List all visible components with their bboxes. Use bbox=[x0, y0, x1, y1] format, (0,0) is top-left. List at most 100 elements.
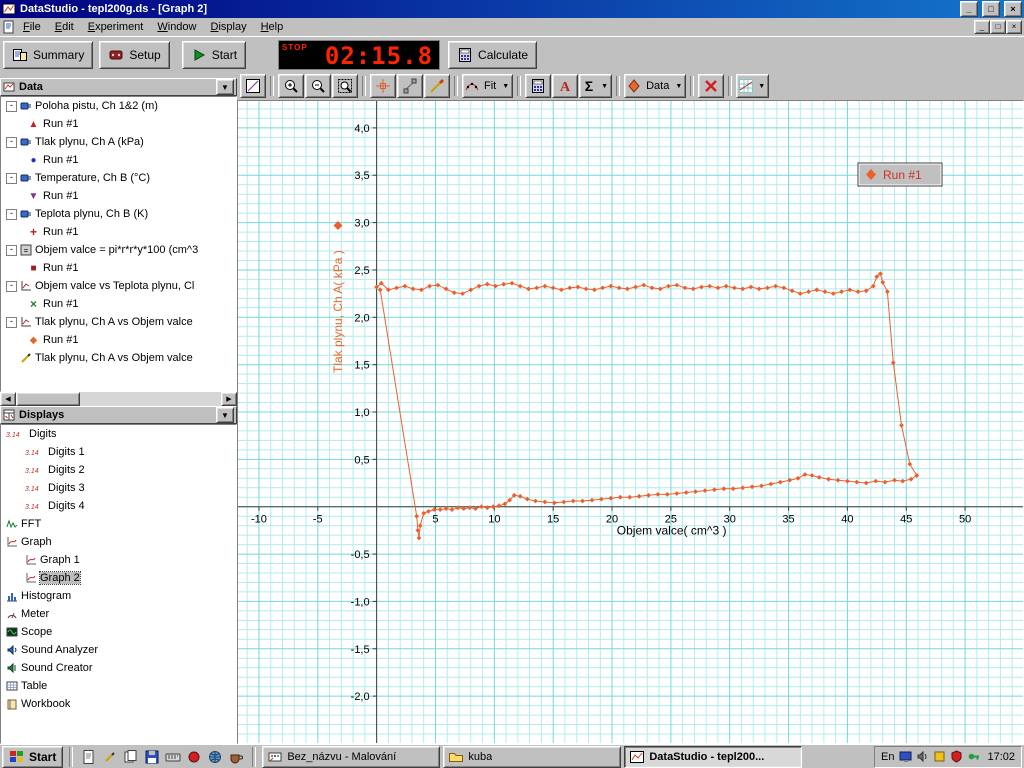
scrollbar-thumb[interactable] bbox=[16, 392, 80, 406]
quicklaunch-globe-icon[interactable] bbox=[205, 748, 225, 766]
display-item[interactable]: Meter bbox=[1, 605, 236, 623]
display-item[interactable]: Histogram bbox=[1, 587, 236, 605]
tray-monitor-icon[interactable] bbox=[898, 749, 913, 764]
quicklaunch-redball-icon[interactable] bbox=[184, 748, 204, 766]
zoom-in-button[interactable] bbox=[278, 74, 304, 98]
display-subitem[interactable]: 3.14 Digits 2 bbox=[1, 461, 236, 479]
data-panel-dropdown-button[interactable]: ▼ bbox=[216, 79, 234, 95]
data-run-item[interactable]: ▼ Run #1 bbox=[1, 187, 236, 205]
calculator-button[interactable] bbox=[525, 74, 552, 98]
data-run-item[interactable]: + Run #1 bbox=[1, 223, 236, 241]
data-run-item[interactable]: ▲ Run #1 bbox=[1, 115, 236, 133]
keyboard-layout-indicator[interactable]: En bbox=[881, 751, 894, 763]
svg-text:2,0: 2,0 bbox=[354, 312, 369, 324]
annotate-button[interactable] bbox=[424, 74, 450, 98]
graph-plot-area[interactable]: -10 -5 5 10 15 20 25 30 35 40 45 50 4,0 3,5 3,0 2,5 2,0 1… bbox=[237, 100, 1024, 744]
display-item[interactable]: Sound Analyzer bbox=[1, 641, 236, 659]
displays-panel-header[interactable]: Displays ▼ bbox=[0, 406, 237, 424]
quicklaunch-cup-icon[interactable] bbox=[226, 748, 246, 766]
data-run-item[interactable]: ■ Run #1 bbox=[1, 259, 236, 277]
fit-menu-button[interactable]: Fit ▼ bbox=[462, 74, 514, 98]
expand-toggle[interactable]: - bbox=[6, 172, 17, 184]
zoom-out-button[interactable] bbox=[305, 74, 331, 98]
taskbar-start-button[interactable]: Start bbox=[2, 745, 64, 768]
display-subitem[interactable]: Graph 1 bbox=[1, 551, 236, 569]
task-button-bez-n-zvu-malov-n-[interactable]: Bez_názvu - Malování bbox=[262, 745, 441, 768]
smart-tool-button[interactable] bbox=[370, 74, 396, 98]
menu-experiment[interactable]: Experiment bbox=[81, 19, 151, 35]
data-source-item[interactable]: - Poloha pistu, Ch 1&2 (m) bbox=[1, 97, 236, 115]
menu-help[interactable]: Help bbox=[254, 19, 291, 35]
expand-toggle[interactable]: - bbox=[6, 136, 17, 148]
tray-speaker-icon[interactable] bbox=[915, 749, 930, 764]
menu-edit[interactable]: Edit bbox=[48, 19, 81, 35]
display-item[interactable]: Sound Creator bbox=[1, 659, 236, 677]
data-source-item[interactable]: - Teplota plynu, Ch B (K) bbox=[1, 205, 236, 223]
expand-toggle[interactable]: - bbox=[6, 100, 17, 112]
expand-toggle[interactable]: - bbox=[6, 316, 17, 328]
calc-icon bbox=[530, 78, 546, 94]
data-run-item[interactable]: ● Run #1 bbox=[1, 151, 236, 169]
legend[interactable]: Run #1 bbox=[857, 162, 943, 187]
zoom-select-button[interactable] bbox=[332, 74, 358, 98]
menu-window[interactable]: Window bbox=[150, 19, 203, 35]
quicklaunch-pencil-icon[interactable] bbox=[100, 748, 120, 766]
mdi-restore-button[interactable]: □ bbox=[990, 20, 1006, 34]
data-run-item[interactable]: × Run #1 bbox=[1, 295, 236, 313]
mdi-minimize-button[interactable]: _ bbox=[974, 20, 990, 34]
statistics-button[interactable]: Σ ▼ bbox=[579, 74, 613, 98]
expand-toggle[interactable]: - bbox=[6, 208, 17, 220]
data-source-item[interactable]: - Tlak plynu, Ch A vs Objem valce bbox=[1, 313, 236, 331]
remove-button[interactable] bbox=[698, 74, 725, 98]
menu-display[interactable]: Display bbox=[204, 19, 254, 35]
tray-greenkey-icon[interactable] bbox=[966, 749, 981, 764]
data-source-item[interactable]: - Objem valce vs Teplota plynu, Cl bbox=[1, 277, 236, 295]
setup-button[interactable]: Setup bbox=[99, 40, 170, 69]
data-source-item[interactable]: Tlak plynu, Ch A vs Objem valce bbox=[1, 349, 236, 367]
data-panel-header[interactable]: Data ▼ bbox=[0, 78, 237, 96]
slope-tool-button[interactable] bbox=[397, 74, 423, 98]
sidebar: Data ▼ - Poloha pistu, Ch 1&2 (m) ▲ Run #1-… bbox=[0, 72, 237, 744]
quicklaunch-page-icon[interactable] bbox=[79, 748, 99, 766]
task-button-datastudio-tepl200-[interactable]: DataStudio - tepl200... bbox=[624, 745, 803, 768]
data-source-item[interactable]: - Temperature, Ch B (°C) bbox=[1, 169, 236, 187]
tray-redshield-icon[interactable] bbox=[949, 749, 964, 764]
scroll-left-button[interactable]: ◀ bbox=[0, 392, 16, 406]
start-button[interactable]: Start bbox=[181, 40, 247, 69]
mdi-close-button[interactable]: × bbox=[1006, 20, 1022, 34]
display-subitem[interactable]: 3.14 Digits 1 bbox=[1, 443, 236, 461]
text-tool-button[interactable]: A bbox=[552, 74, 579, 98]
displays-panel-dropdown-button[interactable]: ▼ bbox=[216, 407, 234, 423]
quicklaunch-floppy-icon[interactable] bbox=[142, 748, 162, 766]
data-menu-button[interactable]: Data ▼ bbox=[624, 74, 687, 98]
quicklaunch-keyb-icon[interactable] bbox=[163, 748, 183, 766]
maximize-button[interactable]: □ bbox=[982, 1, 1000, 17]
display-item[interactable]: 3.14 Digits bbox=[1, 425, 236, 443]
menu-file[interactable]: File bbox=[16, 19, 48, 35]
task-button-kuba[interactable]: kuba bbox=[443, 745, 622, 768]
expand-toggle[interactable]: - bbox=[6, 244, 17, 256]
data-source-item[interactable]: - Tlak plynu, Ch A (kPa) bbox=[1, 133, 236, 151]
scroll-right-button[interactable]: ▶ bbox=[221, 392, 237, 406]
calculate-button[interactable]: Calculate bbox=[448, 40, 538, 69]
scale-to-fit-button[interactable] bbox=[240, 74, 266, 98]
display-item[interactable]: Table bbox=[1, 677, 236, 695]
quicklaunch-pages-icon[interactable] bbox=[121, 748, 141, 766]
minimize-button[interactable]: _ bbox=[960, 1, 978, 17]
display-item[interactable]: FFT bbox=[1, 515, 236, 533]
data-source-item[interactable]: - = Objem valce = pi*r*r*y*100 (cm^3 bbox=[1, 241, 236, 259]
display-subitem[interactable]: 3.14 Digits 4 bbox=[1, 497, 236, 515]
display-item[interactable]: Scope bbox=[1, 623, 236, 641]
display-item[interactable]: Graph bbox=[1, 533, 236, 551]
summary-button[interactable]: Summary bbox=[3, 40, 94, 69]
settings-button[interactable]: ▼ bbox=[736, 74, 770, 98]
display-item[interactable]: Workbook bbox=[1, 695, 236, 713]
tray-yellowdoc-icon[interactable] bbox=[932, 749, 947, 764]
data-tree-hscrollbar[interactable]: ◀ ▶ bbox=[0, 392, 237, 406]
display-subitem[interactable]: 3.14 Digits 3 bbox=[1, 479, 236, 497]
expand-toggle[interactable]: - bbox=[6, 280, 17, 292]
title-bar[interactable]: DataStudio - tepl200g.ds - [Graph 2] _ □… bbox=[0, 0, 1024, 18]
data-run-item[interactable]: ◆ Run #1 bbox=[1, 331, 236, 349]
close-button[interactable]: × bbox=[1004, 1, 1022, 17]
display-subitem[interactable]: Graph 2 bbox=[1, 569, 236, 587]
